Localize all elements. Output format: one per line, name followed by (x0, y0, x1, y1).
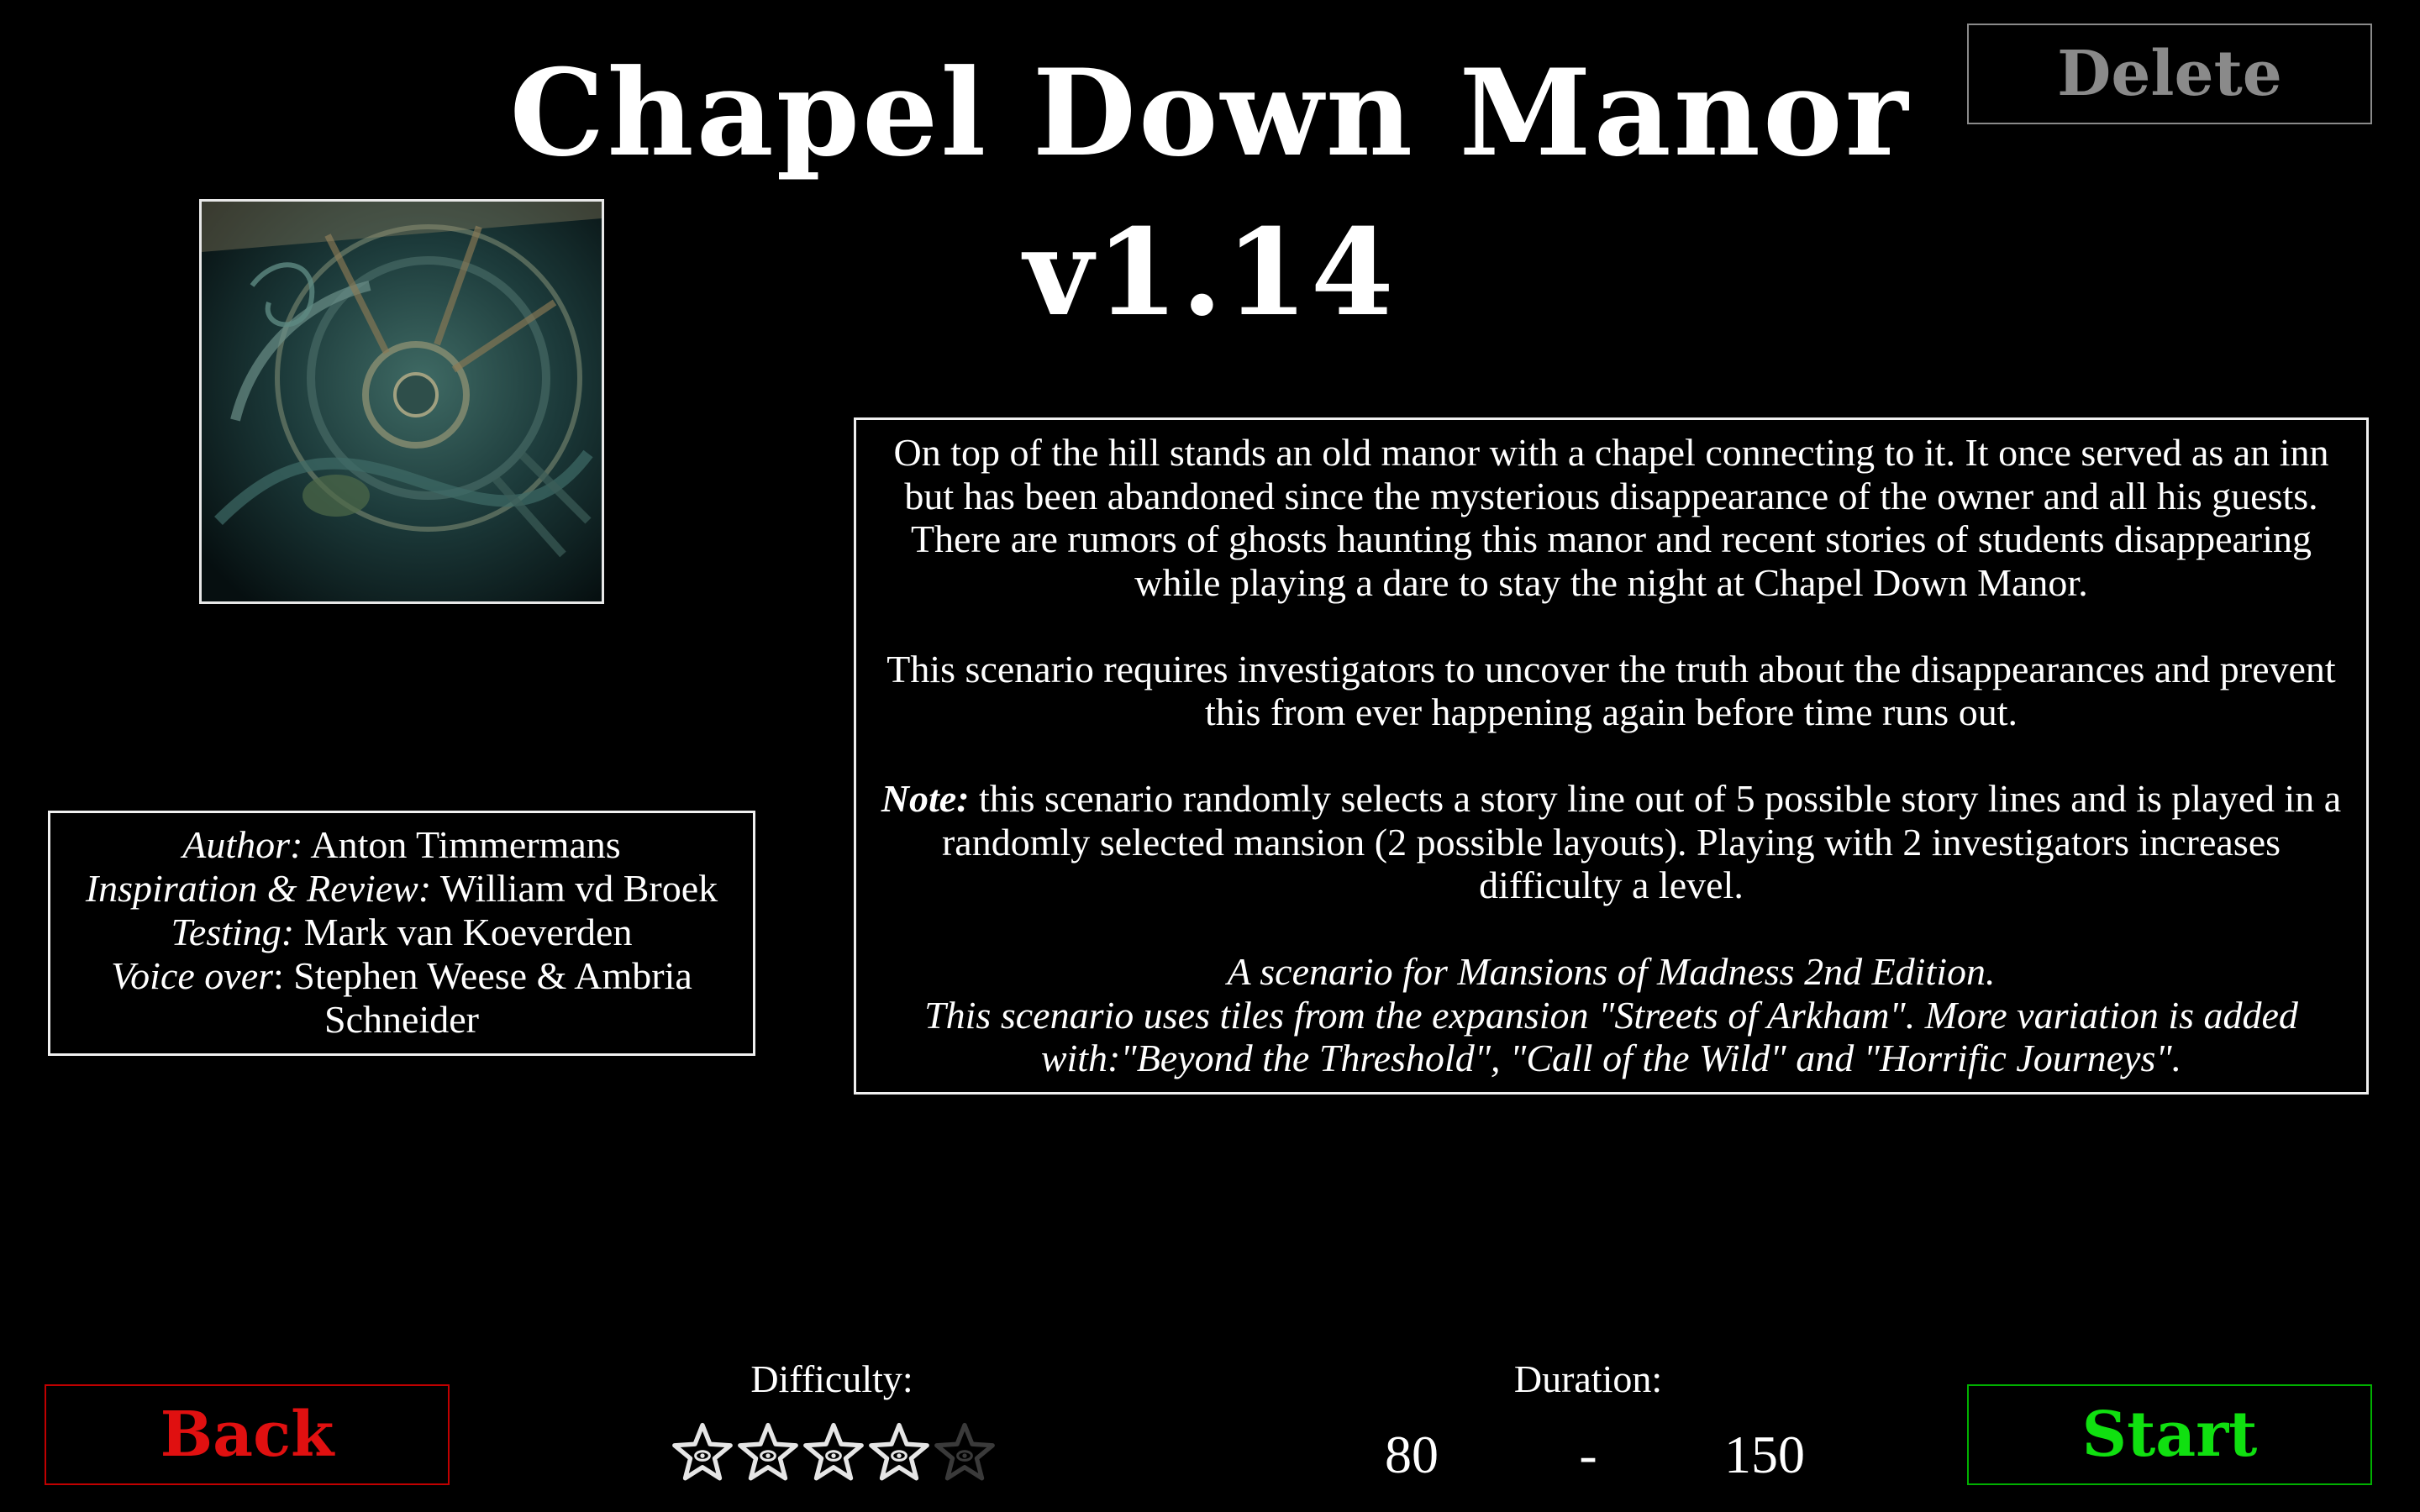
credit-author: Author: Anton Timmermans (67, 823, 736, 867)
scenario-description: On top of the hill stands an old manor w… (854, 417, 2369, 1095)
testing-name: Mark van Koeverden (294, 911, 633, 953)
description-expansions: A scenario for Mansions of Madness 2nd E… (871, 950, 2351, 1080)
duration-max: 150 (1724, 1425, 1805, 1484)
start-button[interactable]: Start (1967, 1384, 2372, 1485)
scenario-title: Chapel Down Manor v1.14 (509, 44, 1911, 343)
elder-sign-star-icon-filled (803, 1422, 864, 1481)
credit-inspiration: Inspiration & Review: William vd Broek (67, 867, 736, 911)
expansion-line-1: A scenario for Mansions of Madness 2nd E… (1227, 950, 1996, 993)
author-name: Anton Timmermans (302, 823, 621, 866)
difficulty-label: Difficulty: (750, 1357, 913, 1400)
testing-label: Testing: (171, 911, 295, 953)
voice-label: Voice over (111, 954, 274, 997)
credit-testing: Testing: Mark van Koeverden (67, 911, 736, 954)
elder-sign-star-icon-filled (672, 1422, 733, 1481)
difficulty-rating (671, 1421, 998, 1488)
scenario-artwork-icon (202, 202, 602, 601)
note-text: this scenario randomly selects a story l… (941, 777, 2342, 906)
credits-box: Author: Anton Timmermans Inspiration & R… (48, 811, 755, 1056)
duration-min: 80 (1385, 1425, 1439, 1484)
duration-label: Duration: (1513, 1357, 1663, 1400)
back-button[interactable]: Back (45, 1384, 450, 1485)
elder-sign-star-icon-filled (869, 1422, 929, 1481)
elder-sign-star-icon-filled (738, 1422, 798, 1481)
credit-voice: Voice over: Stephen Weese & Ambria Schne… (67, 954, 736, 1042)
delete-button[interactable]: Delete (1967, 24, 2372, 124)
author-label: Author: (182, 823, 303, 866)
elder-sign-star-icon-empty (934, 1422, 995, 1481)
scenario-image (199, 199, 604, 604)
duration-separator: - (1579, 1425, 1597, 1484)
voice-names: : Stephen Weese & Ambria Schneider (273, 954, 692, 1041)
description-note: Note: this scenario randomly selects a s… (871, 777, 2351, 907)
description-paragraph-1: On top of the hill stands an old manor w… (893, 431, 2329, 604)
note-label: Note: (881, 777, 970, 820)
description-paragraph-2: This scenario requires investigators to … (886, 647, 2336, 734)
inspiration-label: Inspiration & Review: (85, 867, 432, 910)
inspiration-name: William vd Broek (431, 867, 718, 910)
expansion-line-2: This scenario uses tiles from the expans… (924, 993, 2298, 1080)
